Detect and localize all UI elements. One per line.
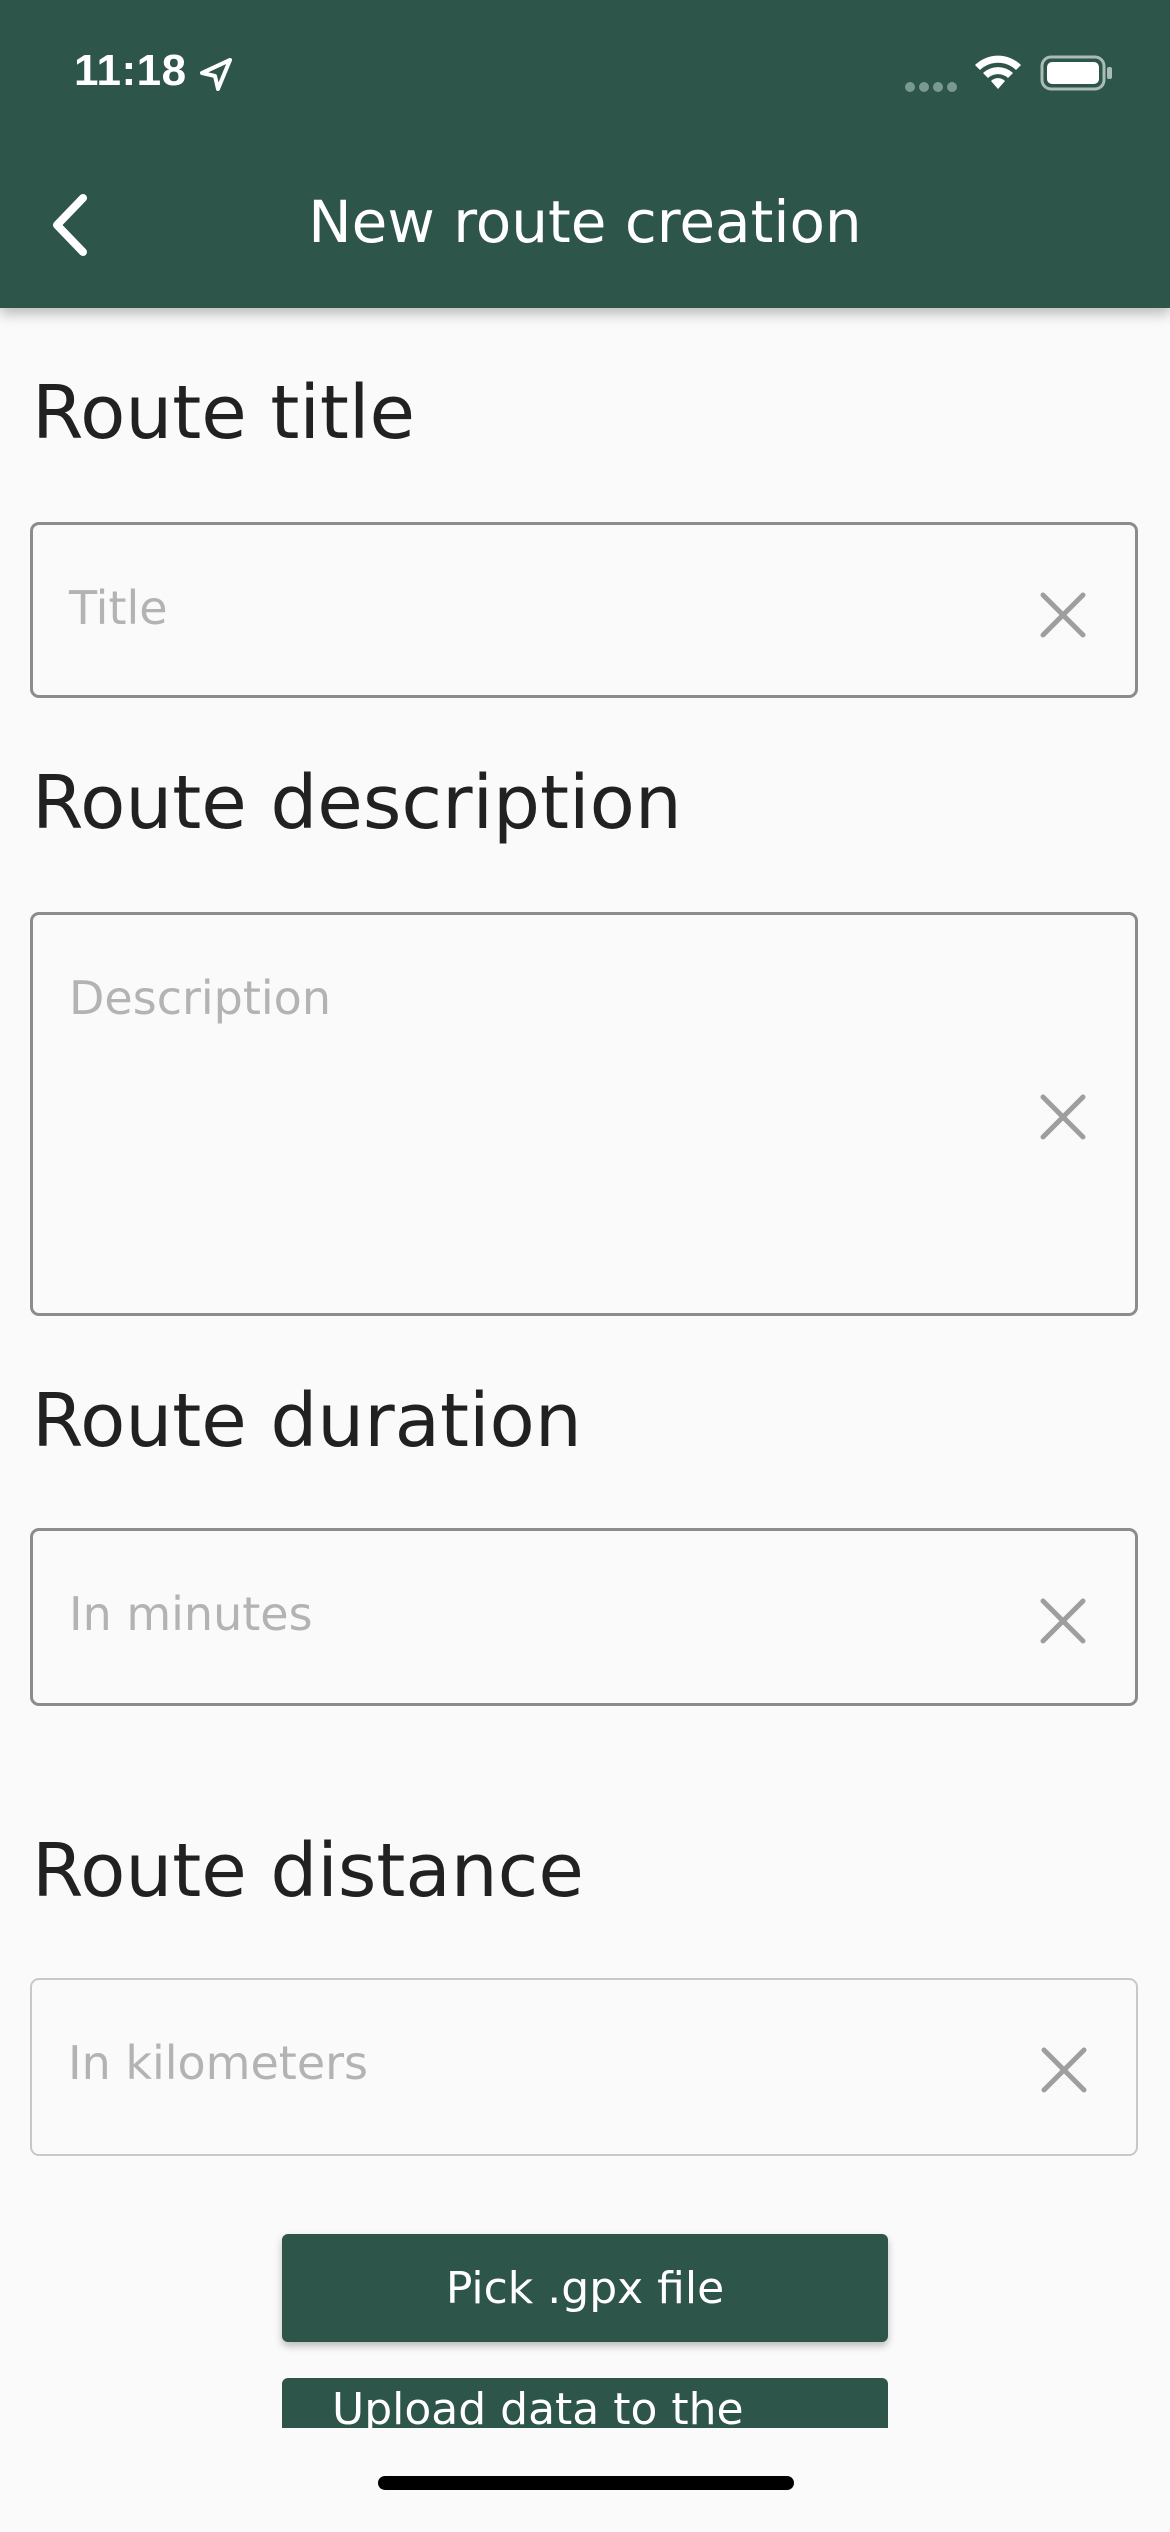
status-time: 11:18: [74, 46, 187, 95]
wifi-icon: [975, 55, 1021, 89]
distance-field[interactable]: In kilometers: [30, 1978, 1138, 2156]
distance-placeholder: In kilometers: [68, 2036, 369, 2090]
close-icon[interactable]: [1033, 1087, 1093, 1147]
route-duration-label: Route duration: [32, 1378, 582, 1464]
route-distance-label: Route distance: [32, 1828, 584, 1914]
close-icon[interactable]: [1034, 2040, 1094, 2100]
signal-icon: [905, 82, 957, 92]
duration-field[interactable]: In minutes: [30, 1528, 1138, 1706]
app-bar: 11:18 New route creation: [0, 0, 1170, 308]
pick-gpx-button[interactable]: Pick .gpx file: [282, 2234, 888, 2342]
description-placeholder: Description: [69, 971, 331, 1025]
route-description-label: Route description: [32, 760, 682, 846]
close-icon[interactable]: [1033, 585, 1093, 645]
title-field[interactable]: Title: [30, 522, 1138, 698]
location-arrow-icon: [200, 58, 232, 91]
upload-data-button[interactable]: Upload data to the: [282, 2378, 888, 2428]
page-title: New route creation: [308, 188, 862, 256]
close-icon[interactable]: [1033, 1591, 1093, 1651]
duration-placeholder: In minutes: [69, 1587, 313, 1641]
upload-data-label: Upload data to the: [332, 2384, 744, 2428]
pick-gpx-label: Pick .gpx file: [445, 2262, 725, 2314]
home-indicator: [378, 2476, 794, 2490]
title-placeholder: Title: [69, 581, 168, 635]
battery-icon: [1040, 55, 1112, 91]
route-title-label: Route title: [32, 370, 416, 456]
description-field[interactable]: Description: [30, 912, 1138, 1316]
